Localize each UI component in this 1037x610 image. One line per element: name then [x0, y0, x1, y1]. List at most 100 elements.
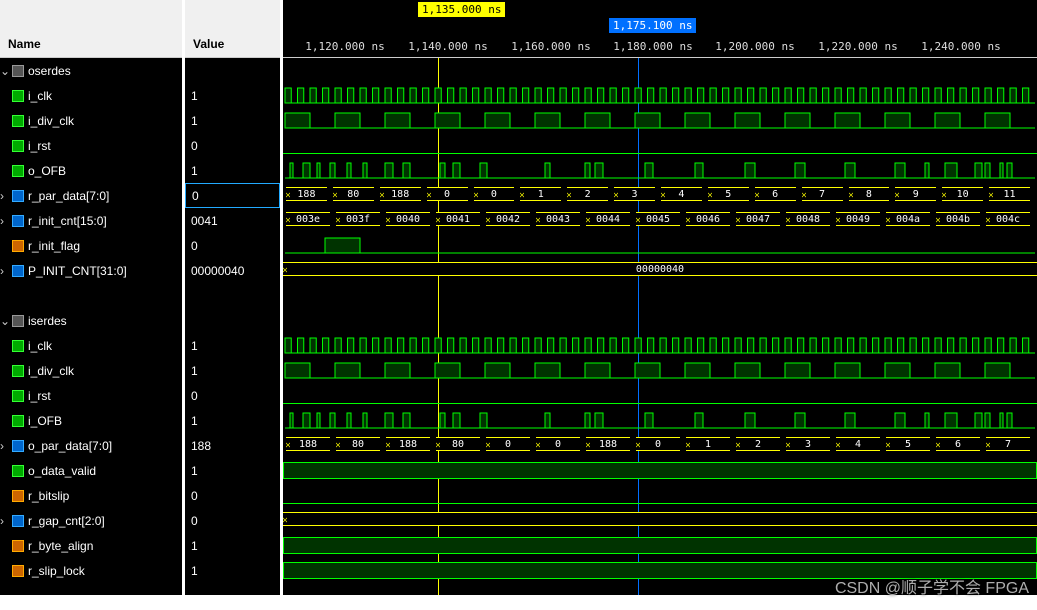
signal-row[interactable]: ›P_INIT_CNT[31:0] — [0, 258, 182, 283]
bus-segment: 003f — [336, 212, 380, 226]
signal-row[interactable]: i_clk — [0, 333, 182, 358]
group-row[interactable]: ⌄ oserdes — [0, 58, 182, 83]
signal-value[interactable]: 0 — [185, 233, 280, 258]
waveform-row[interactable]: 00000040 — [283, 258, 1037, 283]
signal-name: i_clk — [28, 339, 52, 353]
waveform-row[interactable] — [283, 358, 1037, 383]
signal-value[interactable]: 1 — [185, 108, 280, 133]
waveform-row[interactable] — [283, 158, 1037, 183]
signal-row[interactable]: r_byte_align — [0, 533, 182, 558]
signal-value[interactable] — [185, 283, 280, 308]
signal-row[interactable]: r_slip_lock — [0, 558, 182, 583]
bus-segment: 4 — [836, 437, 880, 451]
signal-icon — [12, 565, 24, 577]
waveform-row[interactable]: 003e003f00400041004200430044004500460047… — [283, 208, 1037, 233]
bus-segment: 1 — [686, 437, 730, 451]
signal-row[interactable]: o_OFB — [0, 158, 182, 183]
signal-value[interactable]: 0 — [185, 483, 280, 508]
bus-segment: 11 — [989, 187, 1030, 201]
waveform-row[interactable]: 18880188001234567891011 — [283, 183, 1037, 208]
signal-value[interactable]: 0 — [185, 383, 280, 408]
cursor-main-label[interactable]: 1,135.000 ns — [418, 2, 505, 17]
time-tick: 1,160.000 ns — [511, 40, 590, 53]
waveform-row[interactable] — [283, 458, 1037, 483]
expander-icon[interactable]: › — [0, 189, 10, 203]
value-column: Value 110100041000000040110118810011 — [185, 0, 283, 595]
signal-name: oserdes — [28, 64, 71, 78]
bus-segment: 3 — [614, 187, 655, 201]
signal-value[interactable]: 1 — [185, 333, 280, 358]
signal-value[interactable]: 00000040 — [185, 258, 280, 283]
bus-segment: 10 — [942, 187, 983, 201]
bus-segment: 0 — [636, 437, 680, 451]
signal-value[interactable]: 188 — [185, 433, 280, 458]
bus-segment: 2 — [736, 437, 780, 451]
waveform-row[interactable] — [283, 83, 1037, 108]
waveform-row[interactable] — [283, 483, 1037, 508]
signal-row[interactable] — [0, 283, 182, 308]
group-row[interactable]: ⌄ iserdes — [0, 308, 182, 333]
signal-row[interactable]: ›o_par_data[7:0] — [0, 433, 182, 458]
bus-segment: 4 — [661, 187, 702, 201]
signal-name: iserdes — [28, 314, 67, 328]
signal-row[interactable]: o_data_valid — [0, 458, 182, 483]
signal-row[interactable]: ›r_par_data[7:0] — [0, 183, 182, 208]
signal-value[interactable]: 1 — [185, 458, 280, 483]
waveform-row[interactable] — [283, 108, 1037, 133]
bus-segment: 0 — [474, 187, 515, 201]
waveform-row[interactable] — [283, 133, 1037, 158]
bus-segment: 00000040 — [283, 262, 1037, 276]
expander-icon[interactable]: › — [0, 514, 10, 528]
signal-icon — [12, 165, 24, 177]
signal-icon — [12, 415, 24, 427]
signal-value[interactable]: 0 — [185, 133, 280, 158]
bus-segment: 188 — [586, 437, 630, 451]
bus-segment: 0049 — [836, 212, 880, 226]
signal-value[interactable]: 1 — [185, 83, 280, 108]
signal-icon — [12, 215, 24, 227]
waveform-row[interactable] — [283, 233, 1037, 258]
signal-row[interactable]: r_init_flag — [0, 233, 182, 258]
cursor-secondary-label[interactable]: 1,175.100 ns — [609, 18, 696, 33]
waveform-row[interactable] — [283, 533, 1037, 558]
bus-segment: 0043 — [536, 212, 580, 226]
signal-row[interactable]: i_OFB — [0, 408, 182, 433]
waveform-row[interactable] — [283, 508, 1037, 533]
bus-segment: 0 — [427, 187, 468, 201]
group-icon — [12, 315, 24, 327]
expander-icon[interactable]: ⌄ — [0, 314, 10, 328]
expander-icon[interactable]: › — [0, 264, 10, 278]
signal-row[interactable]: i_rst — [0, 133, 182, 158]
signal-row[interactable]: i_rst — [0, 383, 182, 408]
signal-value[interactable]: 1 — [185, 533, 280, 558]
waveform-area[interactable]: 1,135.000 ns 1,175.100 ns 1,120.000 ns1,… — [283, 0, 1037, 595]
signal-row[interactable]: i_div_clk — [0, 358, 182, 383]
signal-icon — [12, 90, 24, 102]
signal-row[interactable]: ›r_gap_cnt[2:0] — [0, 508, 182, 533]
signal-row[interactable]: ›r_init_cnt[15:0] — [0, 208, 182, 233]
signal-value[interactable]: 1 — [185, 408, 280, 433]
signal-value[interactable] — [185, 308, 280, 333]
waveform-row[interactable] — [283, 333, 1037, 358]
signal-value[interactable]: 0 — [185, 183, 280, 208]
bus-segment: 0044 — [586, 212, 630, 226]
signal-row[interactable]: i_div_clk — [0, 108, 182, 133]
signal-name: r_bitslip — [28, 489, 69, 503]
expander-icon[interactable]: ⌄ — [0, 64, 10, 78]
signal-icon — [12, 340, 24, 352]
time-ruler[interactable]: 1,135.000 ns 1,175.100 ns 1,120.000 ns1,… — [283, 0, 1037, 58]
waveform-row[interactable]: 18880188800018801234567 — [283, 433, 1037, 458]
waveform-row[interactable] — [283, 383, 1037, 408]
waveform-row[interactable] — [283, 408, 1037, 433]
expander-icon[interactable]: › — [0, 214, 10, 228]
signal-value[interactable]: 0 — [185, 508, 280, 533]
signal-row[interactable]: r_bitslip — [0, 483, 182, 508]
signal-value[interactable]: 1 — [185, 558, 280, 583]
signal-value[interactable] — [185, 58, 280, 83]
signal-value[interactable]: 1 — [185, 358, 280, 383]
signal-row[interactable]: i_clk — [0, 83, 182, 108]
signal-value[interactable]: 0041 — [185, 208, 280, 233]
bus-segment: 188 — [286, 187, 327, 201]
expander-icon[interactable]: › — [0, 439, 10, 453]
signal-value[interactable]: 1 — [185, 158, 280, 183]
